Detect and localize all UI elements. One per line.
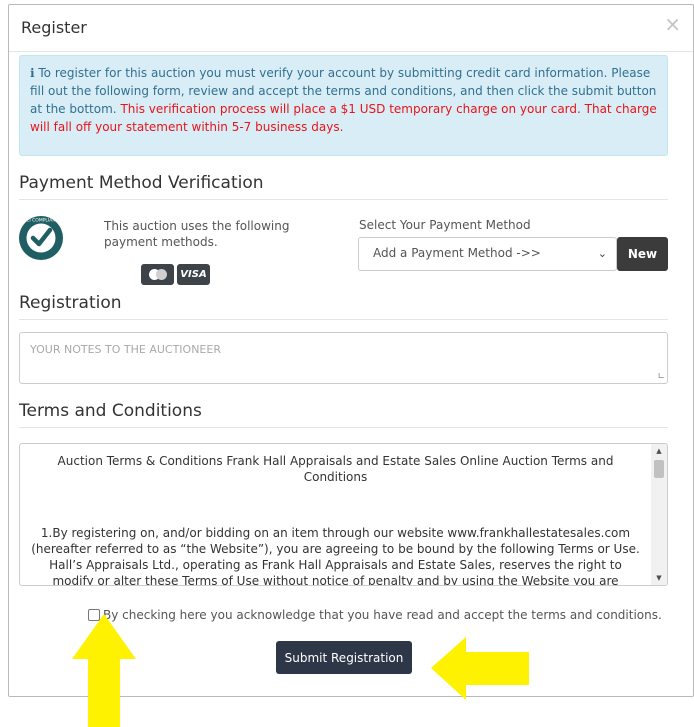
terms-scroll-box[interactable]: Auction Terms & Conditions Frank Hall Ap… [19, 443, 668, 586]
resize-grip-icon[interactable]: ∟ [657, 372, 665, 382]
terms-paragraph: 1.By registering on, and/or bidding on a… [31, 526, 640, 586]
terms-scrollbar[interactable]: ▲ ▼ [651, 444, 667, 585]
submit-registration-button[interactable]: Submit Registration [276, 641, 412, 674]
scroll-thumb[interactable] [654, 460, 664, 478]
up-arrow-annotation [72, 614, 136, 727]
payment-methods-description: This auction uses the following payment … [104, 219, 290, 249]
info-alert: ℹ To register for this auction you must … [19, 55, 668, 156]
visa-icon: VISA [177, 264, 210, 285]
terms-heading: Auction Terms & Conditions Frank Hall Ap… [57, 454, 614, 484]
scroll-up-icon[interactable]: ▲ [651, 444, 667, 458]
terms-content: Auction Terms & Conditions Frank Hall Ap… [20, 444, 651, 586]
registration-section-title: Registration [19, 293, 668, 320]
info-icon: ℹ [30, 66, 35, 80]
close-icon[interactable]: × [664, 14, 681, 34]
card-logos: VISA [141, 264, 210, 285]
pci-compliant-badge: PCI COMPLIANT [19, 216, 63, 260]
modal-header: Register × [9, 5, 693, 52]
payment-select-value: Add a Payment Method ->> [373, 246, 541, 260]
charge-warning: This verification process will place a $… [30, 102, 657, 134]
chevron-down-icon: ⌄ [597, 247, 607, 260]
left-arrow-annotation [431, 637, 529, 700]
payment-section-title: Payment Method Verification [19, 173, 668, 200]
payment-select-label: Select Your Payment Method [359, 218, 531, 232]
accept-terms-label: By checking here you acknowledge that yo… [103, 608, 662, 622]
modal-title: Register [21, 18, 87, 37]
scroll-down-icon[interactable]: ▼ [651, 571, 667, 585]
payment-method-select[interactable]: Add a Payment Method ->> ⌄ [358, 237, 617, 271]
accept-terms-row[interactable]: By checking here you acknowledge that yo… [88, 608, 662, 622]
terms-section-title: Terms and Conditions [19, 401, 668, 428]
notes-placeholder: YOUR NOTES TO THE AUCTIONEER [30, 343, 221, 356]
auctioneer-notes-input[interactable]: YOUR NOTES TO THE AUCTIONEER ∟ [19, 332, 668, 384]
badge-label: PCI COMPLIANT [24, 218, 59, 224]
mastercard-icon [141, 264, 174, 285]
new-payment-button[interactable]: New [617, 237, 668, 271]
